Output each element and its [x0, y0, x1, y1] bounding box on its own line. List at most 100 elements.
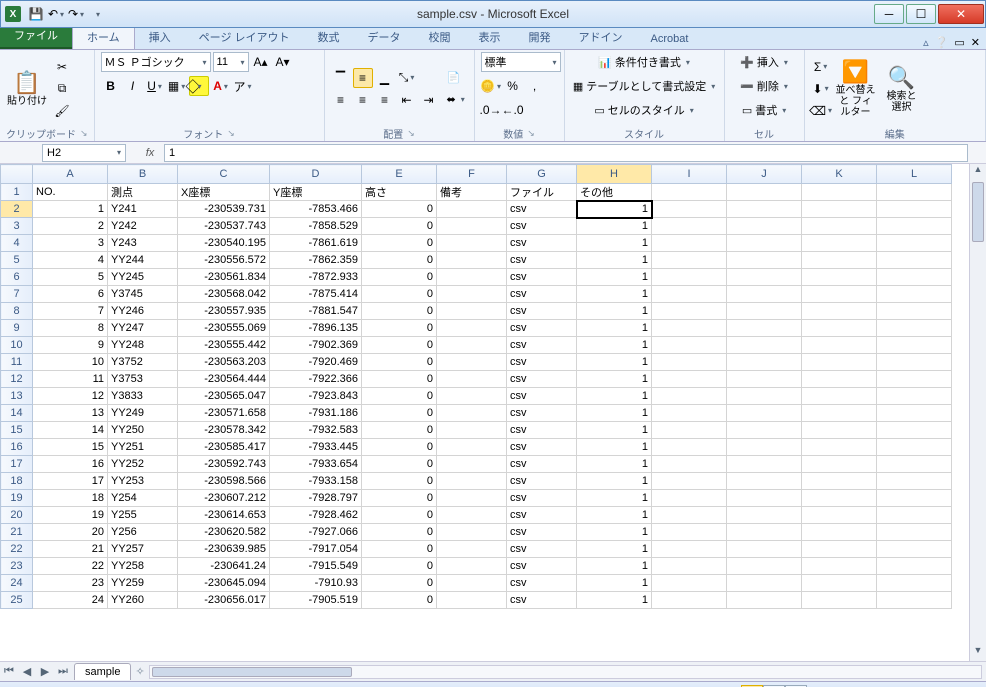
cell-E8[interactable]: 0 — [362, 303, 437, 320]
increase-indent-icon[interactable]: ⇥ — [419, 90, 439, 110]
row-header-10[interactable]: 10 — [1, 337, 33, 354]
cell-A23[interactable]: 22 — [33, 558, 108, 575]
font-launcher-icon[interactable]: ↘ — [227, 128, 235, 139]
cell-D17[interactable]: -7933.654 — [270, 456, 362, 473]
cell-L11[interactable] — [877, 354, 952, 371]
cell-K13[interactable] — [802, 388, 877, 405]
cell-C19[interactable]: -230607.212 — [178, 490, 270, 507]
cell-D5[interactable]: -7862.359 — [270, 252, 362, 269]
cell-B9[interactable]: YY247 — [108, 320, 178, 337]
cell-A15[interactable]: 14 — [33, 422, 108, 439]
cell-G20[interactable]: csv — [507, 507, 577, 524]
cell-B6[interactable]: YY245 — [108, 269, 178, 286]
cell-C2[interactable]: -230539.731 — [178, 201, 270, 218]
insert-cells-button[interactable]: ➕ 挿入▾ — [736, 52, 792, 72]
vertical-scrollbar[interactable]: ▲▼ — [969, 164, 986, 661]
cell-F9[interactable] — [437, 320, 507, 337]
tab-addin[interactable]: アドイン — [565, 25, 637, 49]
cell-D4[interactable]: -7861.619 — [270, 235, 362, 252]
cell-L3[interactable] — [877, 218, 952, 235]
cell-B5[interactable]: YY244 — [108, 252, 178, 269]
cell-A20[interactable]: 19 — [33, 507, 108, 524]
cell-F21[interactable] — [437, 524, 507, 541]
cell-L22[interactable] — [877, 541, 952, 558]
cell-I14[interactable] — [652, 405, 727, 422]
cell-G17[interactable]: csv — [507, 456, 577, 473]
row-header-9[interactable]: 9 — [1, 320, 33, 337]
row-header-24[interactable]: 24 — [1, 575, 33, 592]
cell-E14[interactable]: 0 — [362, 405, 437, 422]
col-header-C[interactable]: C — [178, 165, 270, 184]
cell-D21[interactable]: -7927.066 — [270, 524, 362, 541]
cell-I20[interactable] — [652, 507, 727, 524]
minimize-ribbon-icon[interactable]: ▵ — [923, 36, 929, 49]
cell-D11[interactable]: -7920.469 — [270, 354, 362, 371]
number-launcher-icon[interactable]: ↘ — [527, 128, 535, 139]
cell-A25[interactable]: 24 — [33, 592, 108, 609]
cell-D14[interactable]: -7931.186 — [270, 405, 362, 422]
col-header-J[interactable]: J — [727, 165, 802, 184]
cell-F18[interactable] — [437, 473, 507, 490]
font-color-icon[interactable]: A▾ — [211, 76, 231, 96]
cell-B22[interactable]: YY257 — [108, 541, 178, 558]
maximize-button[interactable]: ☐ — [906, 4, 936, 24]
cell-H15[interactable]: 1 — [577, 422, 652, 439]
cell-I16[interactable] — [652, 439, 727, 456]
row-header-21[interactable]: 21 — [1, 524, 33, 541]
number-format-select[interactable]: 標準▾ — [481, 52, 561, 72]
row-header-13[interactable]: 13 — [1, 388, 33, 405]
cell-B7[interactable]: Y3745 — [108, 286, 178, 303]
format-cells-button[interactable]: ▭ 書式▾ — [738, 100, 790, 120]
cell-L18[interactable] — [877, 473, 952, 490]
cell-G6[interactable]: csv — [507, 269, 577, 286]
cell-I19[interactable] — [652, 490, 727, 507]
cell-I7[interactable] — [652, 286, 727, 303]
increase-decimal-icon[interactable]: .0→ — [481, 100, 501, 120]
col-header-H[interactable]: H — [577, 165, 652, 184]
row-header-3[interactable]: 3 — [1, 218, 33, 235]
cell-G11[interactable]: csv — [507, 354, 577, 371]
row-header-20[interactable]: 20 — [1, 507, 33, 524]
cell-J23[interactable] — [727, 558, 802, 575]
cell-I2[interactable] — [652, 201, 727, 218]
cell-E18[interactable]: 0 — [362, 473, 437, 490]
underline-icon[interactable]: U▾ — [145, 76, 165, 96]
cell-B3[interactable]: Y242 — [108, 218, 178, 235]
sheet-nav-first-icon[interactable]: ⏮ — [0, 665, 18, 678]
cell-B19[interactable]: Y254 — [108, 490, 178, 507]
redo-icon[interactable]: ↷▾ — [67, 5, 85, 23]
cell-H20[interactable]: 1 — [577, 507, 652, 524]
cell-D6[interactable]: -7872.933 — [270, 269, 362, 286]
cell-F23[interactable] — [437, 558, 507, 575]
cell-H5[interactable]: 1 — [577, 252, 652, 269]
cell-E7[interactable]: 0 — [362, 286, 437, 303]
cell-A16[interactable]: 15 — [33, 439, 108, 456]
align-right-icon[interactable]: ≡ — [375, 90, 395, 110]
cell-G14[interactable]: csv — [507, 405, 577, 422]
cell-A21[interactable]: 20 — [33, 524, 108, 541]
cell-A19[interactable]: 18 — [33, 490, 108, 507]
cell-K17[interactable] — [802, 456, 877, 473]
currency-icon[interactable]: 🪙▾ — [481, 76, 501, 96]
cell-L10[interactable] — [877, 337, 952, 354]
row-header-22[interactable]: 22 — [1, 541, 33, 558]
cell-I4[interactable] — [652, 235, 727, 252]
cell-E2[interactable]: 0 — [362, 201, 437, 218]
sheet-tab[interactable]: sample — [74, 663, 131, 680]
cell-K3[interactable] — [802, 218, 877, 235]
cell-D24[interactable]: -7910.93 — [270, 575, 362, 592]
cell-C8[interactable]: -230557.935 — [178, 303, 270, 320]
cell-L1[interactable] — [877, 184, 952, 201]
cell-H19[interactable]: 1 — [577, 490, 652, 507]
cell-G19[interactable]: csv — [507, 490, 577, 507]
cell-L19[interactable] — [877, 490, 952, 507]
cell-H25[interactable]: 1 — [577, 592, 652, 609]
paste-button[interactable]: 📋貼り付け — [6, 56, 48, 122]
cell-C17[interactable]: -230592.743 — [178, 456, 270, 473]
cell-I3[interactable] — [652, 218, 727, 235]
cell-G7[interactable]: csv — [507, 286, 577, 303]
cell-C5[interactable]: -230556.572 — [178, 252, 270, 269]
fx-icon[interactable]: fx — [142, 147, 158, 159]
cell-H8[interactable]: 1 — [577, 303, 652, 320]
row-header-4[interactable]: 4 — [1, 235, 33, 252]
